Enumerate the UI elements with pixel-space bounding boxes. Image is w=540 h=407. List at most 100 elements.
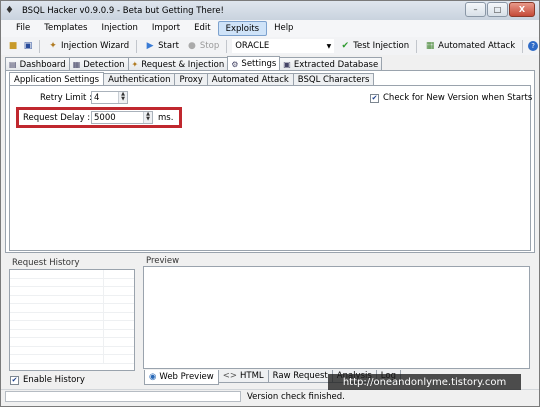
tab-label: Extracted Database [293, 59, 379, 70]
tab-web-preview[interactable]: ◉ Web Preview [144, 370, 219, 385]
watermark-overlay: http://oneandonlyme.tistory.com [328, 374, 521, 390]
stop-label: Stop [199, 41, 220, 51]
toolbar-separator [136, 39, 138, 53]
tab-label: Web Preview [159, 372, 214, 382]
tab-detection[interactable]: ▦ Detection [68, 57, 129, 71]
tab-request-injection[interactable]: ✦ Request & Injection [127, 57, 229, 71]
title-bar: ♦ BSQL Hacker v0.9.0.9 - Beta but Gettin… [1, 1, 539, 20]
database-type-value: ORACLE [235, 41, 270, 51]
list-item [10, 278, 134, 287]
main-tabs: ▤ Dashboard ▦ Detection ✦ Request & Inje… [5, 56, 383, 71]
request-delay-value: 5000 [94, 112, 116, 123]
database-icon: ▣ [283, 60, 291, 69]
database-type-combo[interactable]: ORACLE ▼ [232, 39, 335, 53]
test-injection-label: Test Injection [353, 41, 410, 51]
enable-history-checkbox[interactable]: ✔ [10, 375, 19, 385]
menu-bar: File Templates Injection Import Edit Exp… [1, 20, 539, 37]
automated-attack-button[interactable]: ▦ Automated Attack [422, 39, 517, 54]
window-controls: – □ X [465, 2, 535, 17]
window-title: BSQL Hacker v0.9.0.9 - Beta but Getting … [22, 5, 224, 16]
tab-label: Dashboard [19, 59, 66, 70]
check-version-option[interactable]: ✔ Check for New Version when Starts [370, 93, 532, 103]
maximize-button[interactable]: □ [487, 2, 508, 17]
tab-label: Detection [83, 59, 125, 70]
save-icon[interactable]: ▣ [22, 40, 34, 52]
list-item [10, 287, 134, 296]
menu-import[interactable]: Import [145, 21, 187, 36]
globe-icon: ◉ [149, 372, 157, 382]
request-history-title: Request History [12, 258, 80, 268]
toolbar-separator [522, 39, 524, 53]
status-progress-bar [5, 391, 241, 402]
list-item [10, 312, 134, 321]
list-item [10, 295, 134, 304]
help-icon[interactable]: ? [528, 41, 539, 51]
toolbar-separator [416, 39, 418, 53]
app-bug-icon: ♦ [5, 4, 14, 16]
request-delay-unit: ms. [158, 113, 174, 123]
detection-icon: ▦ [72, 60, 81, 69]
start-button[interactable]: ▶ Start [142, 39, 181, 54]
injection-wizard-label: Injection Wizard [61, 41, 130, 51]
stop-icon: ● [187, 41, 196, 51]
start-label: Start [158, 41, 179, 51]
play-icon: ▶ [146, 41, 154, 51]
preview-title: Preview [146, 256, 180, 266]
list-item [10, 329, 134, 338]
injection-icon: ✦ [131, 60, 139, 69]
tab-label: Request & Injection [141, 59, 225, 70]
check-version-label: Check for New Version when Starts [383, 93, 533, 103]
open-folder-icon[interactable]: ■ [7, 40, 19, 52]
app-window: ♦ BSQL Hacker v0.9.0.9 - Beta but Gettin… [0, 0, 540, 407]
spinner-arrows-icon[interactable]: ▲ ▼ [118, 92, 127, 103]
list-item [10, 304, 134, 313]
spinner-arrows-icon[interactable]: ▲ ▼ [143, 112, 152, 123]
request-history-list[interactable] [9, 269, 135, 371]
automated-attack-label: Automated Attack [438, 41, 516, 51]
tab-dashboard[interactable]: ▤ Dashboard [5, 57, 70, 71]
injection-wizard-button[interactable]: ✦ Injection Wizard [45, 39, 131, 54]
attack-icon: ▦ [425, 41, 435, 51]
html-icon: <> [222, 371, 237, 381]
tab-extracted-database[interactable]: ▣ Extracted Database [279, 57, 383, 71]
stop-button[interactable]: ● Stop [184, 39, 221, 54]
close-button[interactable]: X [509, 2, 535, 17]
tab-label: Settings [241, 59, 277, 69]
toolbar: ■ ▣ ✦ Injection Wizard ▶ Start ● Stop OR… [1, 37, 539, 55]
retry-limit-spinner[interactable]: 4 ▲ ▼ [91, 91, 128, 104]
request-delay-label: Request Delay : [23, 113, 91, 123]
chevron-down-icon: ▼ [326, 42, 332, 50]
tab-settings[interactable]: ⚙ Settings [227, 56, 281, 71]
status-text: Version check finished. [247, 392, 345, 402]
toolbar-separator [226, 39, 228, 53]
checkmark-icon: ✔ [341, 41, 349, 51]
gear-icon: ⚙ [231, 59, 239, 69]
settings-sub-tabs: Application Settings Authentication Prox… [9, 72, 375, 86]
menu-templates[interactable]: Templates [37, 21, 94, 36]
list-item [10, 270, 134, 279]
list-item [10, 346, 134, 355]
list-item [10, 321, 134, 330]
toolbar-separator [39, 39, 40, 53]
minimize-button[interactable]: – [465, 2, 486, 17]
check-version-checkbox[interactable]: ✔ [370, 93, 379, 103]
menu-file[interactable]: File [9, 21, 37, 36]
dashboard-icon: ▤ [9, 60, 17, 69]
menu-edit[interactable]: Edit [187, 21, 217, 36]
tab-raw-request[interactable]: Raw Request [267, 370, 333, 383]
enable-history-label: Enable History [23, 375, 85, 385]
retry-limit-value: 4 [94, 92, 100, 103]
preview-pane[interactable] [143, 266, 530, 369]
menu-injection[interactable]: Injection [94, 21, 144, 36]
tab-application-settings[interactable]: Application Settings [9, 72, 105, 86]
test-injection-button[interactable]: ✔ Test Injection [337, 39, 411, 54]
menu-exploits[interactable]: Exploits [217, 21, 268, 36]
tab-label: HTML [240, 371, 264, 381]
wand-icon: ✦ [49, 41, 57, 51]
list-item [10, 355, 134, 364]
menu-help[interactable]: Help [267, 21, 300, 36]
tab-html[interactable]: <> HTML [217, 370, 269, 383]
enable-history-option[interactable]: ✔ Enable History [10, 375, 85, 385]
request-delay-spinner[interactable]: 5000 ▲ ▼ [91, 111, 153, 124]
retry-limit-label: Retry Limit : [40, 93, 92, 103]
